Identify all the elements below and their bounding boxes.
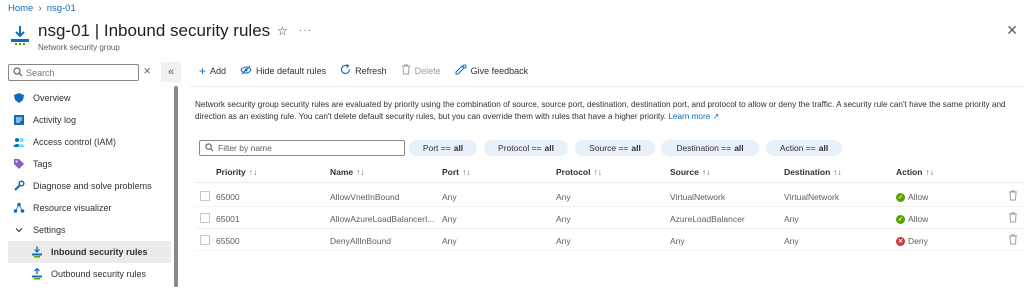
table-row[interactable]: 65000 AllowVnetInBound Any Any VirtualNe…	[195, 185, 1024, 207]
column-header-source[interactable]: Source ↑↓	[670, 167, 710, 177]
destination-filter-pill[interactable]: Destination == all	[661, 140, 759, 156]
close-icon[interactable]: ✕	[1006, 22, 1018, 39]
refresh-icon	[340, 64, 351, 78]
table-row[interactable]: 65001 AllowAzureLoadBalancerI... Any Any…	[195, 207, 1024, 229]
toolbar-divider	[190, 86, 1024, 87]
sidebar-item-overview[interactable]: Overview	[8, 87, 171, 109]
command-bar: + Add Hide default rules Refresh Delete …	[199, 64, 528, 78]
row-checkbox[interactable]	[200, 191, 210, 201]
sort-icon: ↑↓	[593, 167, 602, 177]
more-options-icon[interactable]: ···	[299, 25, 312, 36]
sidebar-item-diagnose[interactable]: Diagnose and solve problems	[8, 175, 171, 197]
sidebar-item-label: Access control (IAM)	[33, 137, 117, 147]
search-icon	[13, 66, 23, 79]
delete-row-icon[interactable]	[1008, 234, 1018, 248]
sidebar-item-access-control[interactable]: Access control (IAM)	[8, 131, 171, 153]
give-feedback-button[interactable]: Give feedback	[455, 64, 528, 78]
sidebar-item-activity-log[interactable]: Activity log	[8, 109, 171, 131]
feedback-icon	[455, 64, 467, 78]
column-header-protocol[interactable]: Protocol ↑↓	[556, 167, 602, 177]
action-status: ✓ Allow	[896, 214, 929, 224]
sidebar-item-label: Activity log	[33, 115, 77, 125]
external-link-icon: ↗	[712, 112, 720, 121]
column-header-action[interactable]: Action ↑↓	[896, 167, 934, 177]
activity-log-icon	[12, 113, 26, 127]
port-filter-pill[interactable]: Port == all	[409, 140, 477, 156]
tag-icon	[12, 157, 26, 171]
page-title: nsg-01 | Inbound security rules	[38, 21, 271, 40]
column-header-destination[interactable]: Destination ↑↓	[784, 167, 842, 177]
sort-icon: ↑↓	[356, 167, 365, 177]
trash-icon	[401, 64, 411, 78]
breadcrumb-nsg-link[interactable]: nsg-01	[47, 3, 76, 14]
sort-icon: ↑↓	[462, 167, 471, 177]
delete-row-icon[interactable]	[1008, 212, 1018, 226]
error-circle-icon: ✕	[896, 236, 905, 246]
chevron-down-icon	[12, 223, 26, 237]
sidebar-item-label: Inbound security rules	[51, 247, 148, 257]
network-security-group-icon	[8, 24, 32, 48]
sidebar-group-settings[interactable]: Settings	[8, 219, 171, 241]
hide-default-rules-button[interactable]: Hide default rules	[240, 64, 326, 78]
check-circle-icon: ✓	[896, 214, 905, 224]
table-header-divider	[195, 182, 1024, 183]
collapse-sidebar-button[interactable]: «	[161, 62, 181, 82]
sidebar-item-resource-visualizer[interactable]: Resource visualizer	[8, 197, 171, 219]
table-row[interactable]: 65500 DenyAllInBound Any Any Any Any ✕ D…	[195, 229, 1024, 251]
collapse-all-icon[interactable]: ⨯	[143, 66, 151, 77]
description-text: Network security group security rules ar…	[195, 100, 1006, 121]
chevron-right-icon: ›	[38, 3, 42, 14]
delete-button[interactable]: Delete	[401, 64, 441, 78]
sidebar-item-label: Overview	[33, 93, 71, 103]
wrench-icon	[12, 179, 26, 193]
sidebar-item-label: Settings	[33, 225, 66, 235]
favorite-star-icon[interactable]: ☆	[277, 24, 288, 38]
action-filter-pill[interactable]: Action == all	[766, 140, 842, 156]
sidebar-item-tags[interactable]: Tags	[8, 153, 171, 175]
action-status: ✓ Allow	[896, 192, 929, 202]
outbound-icon	[30, 267, 44, 281]
column-header-name[interactable]: Name ↑↓	[330, 167, 365, 177]
page-subtitle: Network security group	[38, 43, 120, 52]
refresh-button[interactable]: Refresh	[340, 64, 387, 78]
plus-icon: +	[199, 64, 207, 78]
learn-more-link[interactable]: Learn more ↗	[668, 112, 719, 121]
sort-icon: ↑↓	[701, 167, 711, 177]
source-filter-pill[interactable]: Source == all	[575, 140, 655, 156]
row-checkbox[interactable]	[200, 213, 210, 223]
breadcrumb: Home › nsg-01	[8, 3, 76, 14]
shield-icon	[12, 91, 26, 105]
visualizer-icon	[12, 201, 26, 215]
sidebar-search-input[interactable]	[26, 67, 126, 78]
sidebar-search[interactable]	[8, 64, 139, 81]
filter-by-name-input[interactable]: Filter by name	[199, 140, 405, 156]
sort-icon: ↑↓	[248, 167, 258, 177]
inbound-icon	[30, 245, 44, 259]
sidebar-item-label: Diagnose and solve problems	[33, 181, 152, 191]
check-circle-icon: ✓	[896, 192, 905, 202]
breadcrumb-home-link[interactable]: Home	[8, 3, 33, 14]
protocol-filter-pill[interactable]: Protocol == all	[484, 140, 568, 156]
sidebar-item-label: Outbound security rules	[51, 269, 147, 279]
column-header-priority[interactable]: Priority ↑↓	[216, 167, 257, 177]
sidebar-nav: Overview Activity log Access control (IA…	[8, 87, 171, 285]
sidebar-item-outbound-rules[interactable]: Outbound security rules	[8, 263, 171, 285]
sidebar-item-inbound-rules[interactable]: Inbound security rules	[8, 241, 171, 263]
search-icon	[205, 142, 214, 154]
row-checkbox[interactable]	[200, 235, 210, 245]
add-button[interactable]: + Add	[199, 64, 226, 78]
hide-eye-icon	[240, 64, 252, 78]
people-icon	[12, 135, 26, 149]
sidebar-scrollbar[interactable]	[174, 86, 178, 287]
sort-icon: ↑↓	[925, 167, 934, 177]
column-header-port[interactable]: Port ↑↓	[442, 167, 471, 177]
action-status: ✕ Deny	[896, 236, 928, 246]
sidebar-item-label: Tags	[33, 159, 53, 169]
sort-icon: ↑↓	[833, 167, 842, 177]
delete-row-icon[interactable]	[1008, 190, 1018, 204]
sidebar-item-label: Resource visualizer	[33, 203, 112, 213]
